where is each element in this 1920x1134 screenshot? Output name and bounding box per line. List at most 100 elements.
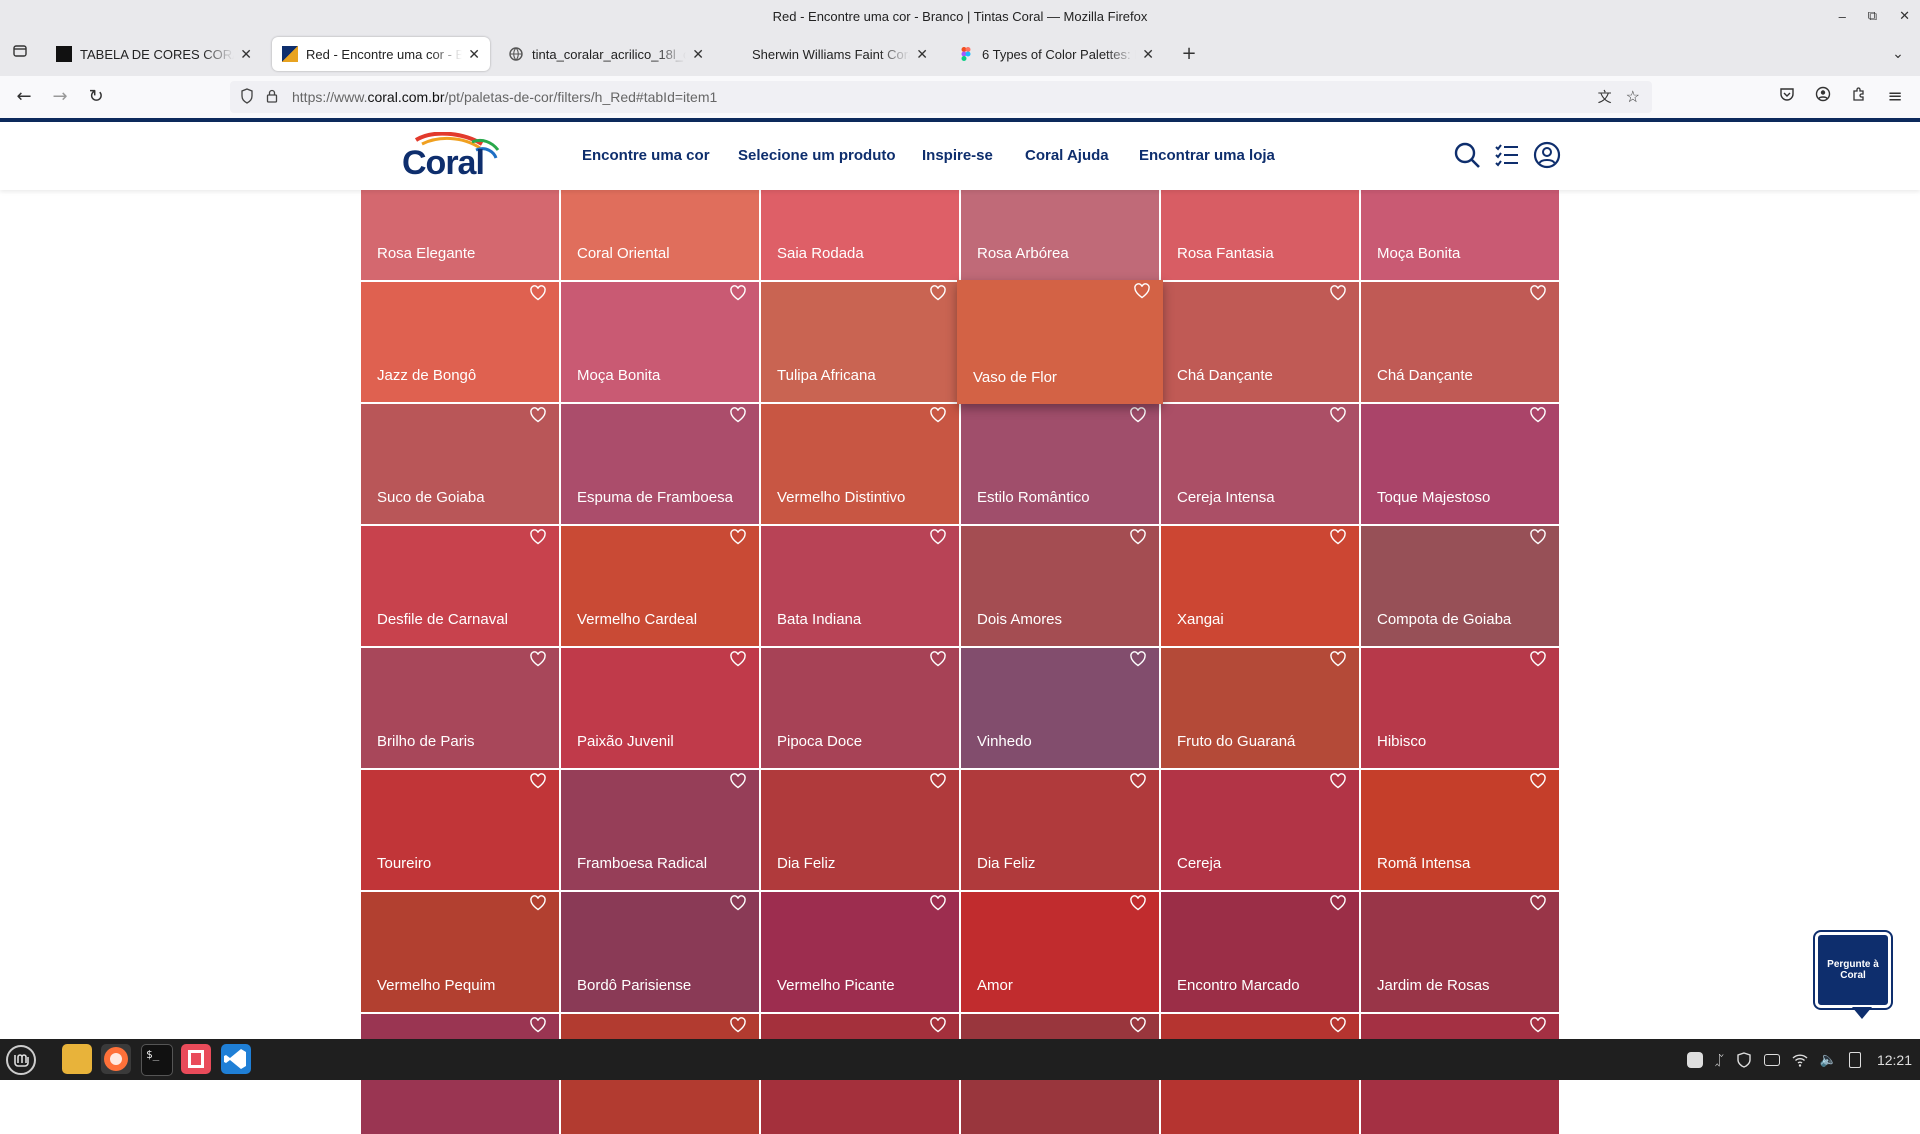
account-icon[interactable] [1811,85,1835,109]
search-icon[interactable] [1452,140,1482,170]
ask-coral-chat-button[interactable]: Pergunte à Coral [1815,932,1891,1019]
favorite-heart-icon[interactable] [929,406,947,424]
tab-close-icon[interactable]: ✕ [240,46,252,63]
url-text[interactable]: https://www.coral.com.br/pt/paletas-de-c… [292,89,717,105]
back-icon[interactable]: ← [12,85,36,109]
favorite-heart-icon[interactable] [529,284,547,302]
favorite-heart-icon[interactable] [1129,406,1147,424]
tab-close-icon[interactable]: ✕ [468,46,480,63]
bookmark-star-icon[interactable]: ☆ [1626,87,1640,107]
reload-icon[interactable]: ↻ [84,85,108,109]
favorite-heart-icon[interactable] [729,894,747,912]
tab-3[interactable]: Sherwin Williams Faint Coral ✕ [742,37,938,71]
favorite-heart-icon[interactable] [1329,772,1347,790]
favorite-heart-icon[interactable] [929,650,947,668]
favorite-heart-icon[interactable] [729,1016,747,1034]
tab-overview-icon[interactable] [8,42,32,66]
color-swatch-card[interactable]: Tulipa Africana [761,282,959,402]
favorite-heart-icon[interactable] [929,528,947,546]
favorite-heart-icon[interactable] [729,772,747,790]
color-swatch-card[interactable]: Dois Amores [961,526,1159,646]
color-swatch-card[interactable]: Toque Majestoso [1361,404,1559,524]
color-swatch-card[interactable]: Xangai [1161,526,1359,646]
favorite-heart-icon[interactable] [729,406,747,424]
volume-icon[interactable]: 🔈 [1820,1051,1837,1068]
firefox-icon[interactable] [101,1044,131,1074]
favorite-heart-icon[interactable] [729,284,747,302]
nav-inspire[interactable]: Inspire-se [922,147,993,164]
address-bar[interactable]: https://www.coral.com.br/pt/paletas-de-c… [230,81,1652,113]
favorite-heart-icon[interactable] [929,894,947,912]
color-swatch-card[interactable]: Vermelho Pequim [361,892,559,1012]
discord-icon[interactable] [1687,1051,1704,1068]
color-swatch-card[interactable]: Bata Indiana [761,526,959,646]
tab-0[interactable]: TABELA DE CORES CORAL – ✕ [46,37,262,71]
favorite-heart-icon[interactable] [729,528,747,546]
favorite-heart-icon[interactable] [1129,772,1147,790]
color-swatch-card[interactable]: Paixão Juvenil [561,648,759,768]
color-swatch-card[interactable]: Chá Dançante [1361,282,1559,402]
color-swatch-card[interactable]: Vermelho Distintivo [761,404,959,524]
shield-icon[interactable] [240,87,254,107]
color-swatch-card[interactable]: Vaso de Flor [957,280,1163,404]
nav-coral-help[interactable]: Coral Ajuda [1025,147,1109,164]
favorite-heart-icon[interactable] [1329,284,1347,302]
favorite-heart-icon[interactable] [1529,528,1547,546]
tab-close-icon[interactable]: ✕ [1142,46,1154,63]
shield-tray-icon[interactable] [1736,1051,1752,1068]
favorite-heart-icon[interactable] [529,406,547,424]
color-swatch-card[interactable]: Dia Feliz [761,770,959,890]
favorite-heart-icon[interactable] [1529,894,1547,912]
nav-find-color[interactable]: Encontre uma cor [582,147,710,164]
tab-close-icon[interactable]: ✕ [916,46,928,63]
tab-4[interactable]: 6 Types of Color Palettes: D ✕ [948,37,1164,71]
favorite-heart-icon[interactable] [1329,650,1347,668]
mint-menu-icon[interactable] [6,1045,36,1075]
wifi-icon[interactable] [1792,1052,1808,1068]
color-swatch-card[interactable]: Bordô Parisiense [561,892,759,1012]
favorite-heart-icon[interactable] [1529,406,1547,424]
color-swatch-card[interactable]: Encontro Marcado [1161,892,1359,1012]
clock[interactable]: 12:21 [1877,1052,1912,1068]
tab-1[interactable]: Red - Encontre uma cor - Bra ✕ [272,37,490,71]
color-swatch-card[interactable]: Cereja Intensa [1161,404,1359,524]
favorite-heart-icon[interactable] [929,1016,947,1034]
color-swatch-card[interactable]: Fruto do Guaraná [1161,648,1359,768]
favorite-heart-icon[interactable] [529,894,547,912]
color-swatch-card[interactable]: Chá Dançante [1161,282,1359,402]
favorite-heart-icon[interactable] [1529,284,1547,302]
close-window-icon[interactable]: ✕ [1899,8,1910,24]
favorite-heart-icon[interactable] [1329,406,1347,424]
keyboard-icon[interactable] [1763,1053,1780,1066]
lock-icon[interactable] [266,89,278,106]
favorite-heart-icon[interactable] [529,772,547,790]
favorite-heart-icon[interactable] [1133,282,1151,300]
color-swatch-card[interactable]: Amor [961,892,1159,1012]
color-swatch-card[interactable]: Cereja [1161,770,1359,890]
tab-close-icon[interactable]: ✕ [692,46,704,63]
maximize-icon[interactable]: ⧉ [1868,8,1877,24]
vscode-icon[interactable] [221,1044,251,1074]
pocket-icon[interactable] [1775,85,1799,109]
color-swatch-card[interactable]: Dia Feliz [961,770,1159,890]
bluetooth-icon[interactable]: ᛢ [1715,1052,1723,1068]
favorite-heart-icon[interactable] [529,650,547,668]
color-swatch-card[interactable]: Pipoca Doce [761,648,959,768]
favorite-heart-icon[interactable] [1129,650,1147,668]
battery-icon[interactable] [1848,1051,1861,1068]
color-swatch-card[interactable]: Desfile de Carnaval [361,526,559,646]
favorite-heart-icon[interactable] [1129,1016,1147,1034]
color-swatch-card[interactable]: Compota de Goiaba [1361,526,1559,646]
color-swatch-card[interactable]: Vinhedo [961,648,1159,768]
nav-select-product[interactable]: Selecione um produto [738,147,896,164]
favorite-heart-icon[interactable] [1529,772,1547,790]
color-swatch-card[interactable]: Vermelho Picante [761,892,959,1012]
list-tabs-icon[interactable]: ⌄ [1886,42,1910,66]
translate-icon[interactable]: 文 [1598,87,1612,107]
files-folder-icon[interactable] [62,1044,92,1074]
favorite-heart-icon[interactable] [1129,528,1147,546]
color-swatch-card[interactable]: Hibisco [1361,648,1559,768]
color-swatch-card[interactable]: Estilo Romântico [961,404,1159,524]
favorite-heart-icon[interactable] [529,528,547,546]
color-swatch-card[interactable]: Jardim de Rosas [1361,892,1559,1012]
